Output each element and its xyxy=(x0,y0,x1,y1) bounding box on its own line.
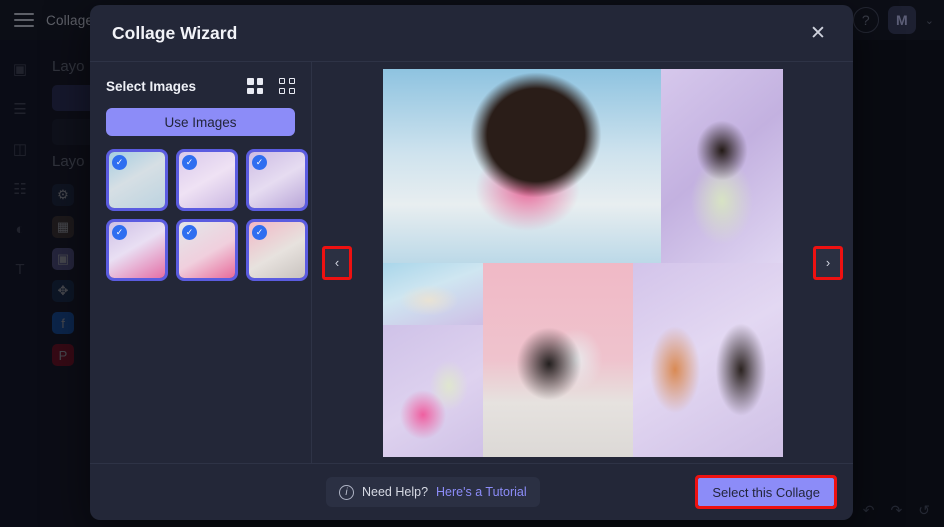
collage-row-bottom xyxy=(382,262,783,457)
thumbnail-check-icon[interactable]: ✓ xyxy=(252,155,267,170)
thumbnail-check-icon[interactable]: ✓ xyxy=(252,225,267,240)
app-root: Collage M ? M ⌄ ▣ ☰ ◫ ☷ ◐ T Layo Layo ⚙ … xyxy=(0,0,944,527)
collage-cell-bottom-center xyxy=(482,262,633,457)
thumbnail-check-icon[interactable]: ✓ xyxy=(112,155,127,170)
thumbnail-check-icon[interactable]: ✓ xyxy=(112,225,127,240)
collage-cell-top-left xyxy=(382,68,661,263)
info-icon: i xyxy=(339,484,354,500)
need-help-pill[interactable]: i Need Help? Here's a Tutorial xyxy=(326,477,540,507)
thumbnail-item[interactable]: ✓ xyxy=(246,149,308,211)
grid-4-icon[interactable] xyxy=(247,78,263,94)
modal-body: Select Images Use Images ✓ ✓ ✓ ✓ ✓ ✓ ‹ › xyxy=(90,62,853,463)
grid-9-icon[interactable] xyxy=(279,78,295,94)
use-images-button[interactable]: Use Images xyxy=(106,108,295,136)
close-icon[interactable]: ✕ xyxy=(805,20,831,46)
thumbnail-check-icon[interactable]: ✓ xyxy=(182,155,197,170)
collage-wizard-modal: Collage Wizard ✕ Select Images Use Image… xyxy=(90,5,853,520)
modal-header: Collage Wizard ✕ xyxy=(90,5,853,62)
collage-cell-bottom-left xyxy=(382,262,483,457)
collage-cell-bottom-right xyxy=(632,262,783,457)
need-help-label: Need Help? xyxy=(362,485,429,499)
collage-cell-top-right xyxy=(660,68,783,263)
tutorial-link[interactable]: Here's a Tutorial xyxy=(436,485,527,499)
select-collage-highlight: Select this Collage xyxy=(695,475,837,509)
modal-footer: i Need Help? Here's a Tutorial Select th… xyxy=(90,463,853,520)
thumbnail-grid: ✓ ✓ ✓ ✓ ✓ ✓ xyxy=(106,149,308,281)
view-toggles xyxy=(247,78,295,94)
thumbnail-item[interactable]: ✓ xyxy=(176,219,238,281)
thumbnail-item[interactable]: ✓ xyxy=(246,219,308,281)
modal-title: Collage Wizard xyxy=(112,22,238,43)
previous-collage-button[interactable]: ‹ xyxy=(322,245,352,280)
thumbnail-item[interactable]: ✓ xyxy=(176,149,238,211)
select-images-heading: Select Images xyxy=(106,78,197,94)
next-collage-button[interactable]: › xyxy=(813,245,843,280)
collage-preview-panel: ‹ › xyxy=(312,62,853,463)
thumbnail-item[interactable]: ✓ xyxy=(106,149,168,211)
select-this-collage-button[interactable]: Select this Collage xyxy=(698,478,834,506)
thumbnail-item[interactable]: ✓ xyxy=(106,219,168,281)
collage-preview[interactable] xyxy=(382,68,783,457)
collage-row-top xyxy=(382,68,783,263)
thumbnail-check-icon[interactable]: ✓ xyxy=(182,225,197,240)
select-images-panel: Select Images Use Images ✓ ✓ ✓ ✓ ✓ ✓ xyxy=(90,62,312,463)
select-images-header: Select Images xyxy=(106,78,295,94)
